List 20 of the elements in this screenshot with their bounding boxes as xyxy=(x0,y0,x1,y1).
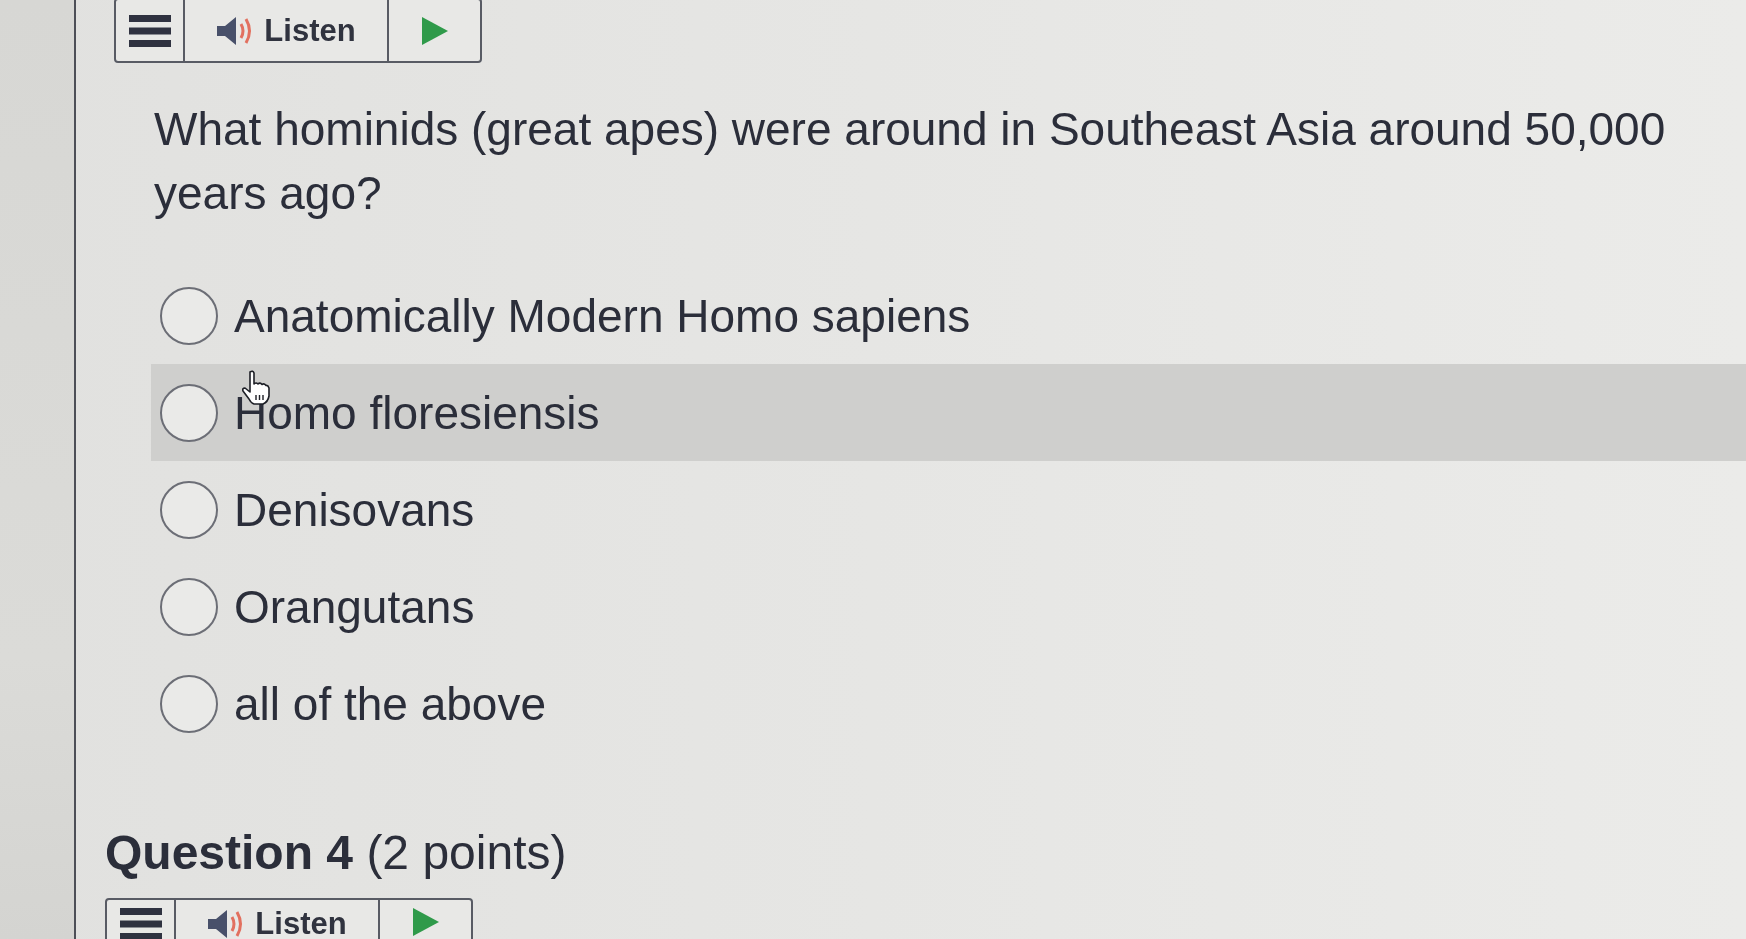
radio-button[interactable] xyxy=(160,286,218,345)
radio-button[interactable] xyxy=(160,674,218,733)
answer-option[interactable]: Denisovans xyxy=(151,461,1746,558)
question-text: What hominids (great apes) were around in Southeast Asia around 50,000 years ago? xyxy=(154,102,1667,221)
menu-icon xyxy=(119,908,162,939)
radio-button[interactable] xyxy=(160,480,218,539)
play-icon xyxy=(412,908,439,936)
answer-option[interactable]: all of the above xyxy=(151,655,1746,752)
answer-option[interactable]: Homo floresiensis xyxy=(151,364,1746,461)
radio-button[interactable] xyxy=(160,577,218,636)
menu-button[interactable] xyxy=(114,0,185,63)
listen-button[interactable]: Listen xyxy=(185,0,389,63)
radio-button[interactable] xyxy=(160,383,218,442)
answer-option[interactable]: Anatomically Modern Homo sapiens xyxy=(151,267,1746,364)
listen-button[interactable]: Listen xyxy=(176,898,380,939)
play-button[interactable] xyxy=(389,0,482,63)
play-icon xyxy=(421,16,448,45)
question-heading: Question 4 (2 points) xyxy=(105,825,568,881)
answer-option[interactable]: Orangutans xyxy=(151,558,1746,655)
menu-icon xyxy=(128,14,171,47)
